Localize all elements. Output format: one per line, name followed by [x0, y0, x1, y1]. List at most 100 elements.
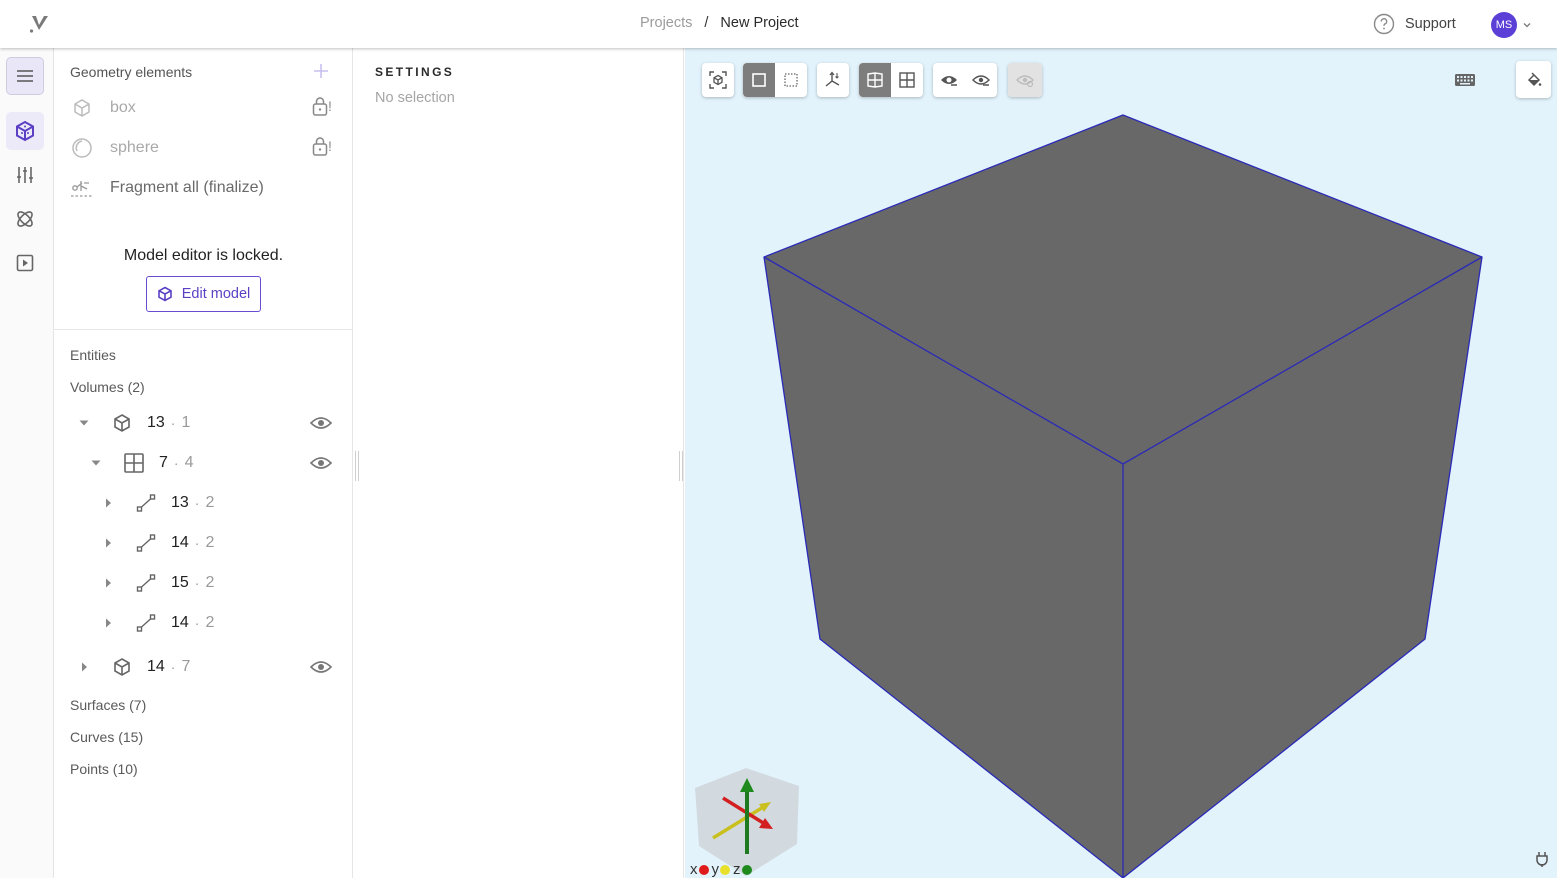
model-locked-message: Model editor is locked.: [123, 247, 284, 264]
entity-id: 14: [171, 534, 189, 551]
entity-id: 14: [171, 614, 189, 631]
visibility-eye-icon[interactable]: [309, 411, 333, 435]
app-logo-icon[interactable]: [28, 12, 52, 36]
curves-header[interactable]: Curves (15): [70, 729, 143, 745]
entity-id: 13: [171, 494, 189, 511]
entity-tree-row[interactable]: 14 · 2: [100, 608, 214, 638]
hide-selected-button[interactable]: [933, 63, 965, 97]
user-menu[interactable]: MS: [1491, 12, 1533, 38]
cube-icon: [110, 655, 134, 679]
hide-others-button[interactable]: [965, 63, 997, 97]
entity-separator: ·: [194, 535, 200, 551]
axes-button[interactable]: [817, 63, 849, 97]
eye-minus-icon: [972, 75, 990, 86]
caret-down-icon[interactable]: [88, 455, 104, 471]
entity-child-count: 1: [181, 414, 191, 431]
geometry-item-label: box: [110, 99, 136, 116]
entity-tree-row[interactable]: 13 · 1: [76, 408, 190, 438]
rail-settings-button[interactable]: [6, 156, 44, 194]
rail-physics-button[interactable]: [6, 200, 44, 238]
points-header[interactable]: Points (10): [70, 761, 138, 777]
caret-right-icon[interactable]: [100, 615, 116, 631]
focus-cube-icon: [709, 71, 727, 89]
surfaces-header[interactable]: Surfaces (7): [70, 697, 146, 713]
geometry-elements-title: Geometry elements: [70, 64, 193, 80]
geometry-item-label: Fragment all (finalize): [110, 179, 264, 196]
entity-child-count: 2: [205, 494, 215, 511]
eye-minus-filled-icon: [941, 76, 957, 86]
entity-tree-row[interactable]: 15 · 2: [100, 568, 214, 598]
right-resize-handle[interactable]: [679, 451, 683, 481]
settings-title: SETTINGS: [375, 65, 455, 79]
entity-separator: ·: [194, 615, 200, 631]
entity-tree-row[interactable]: 14 · 7: [76, 652, 190, 682]
axis-z-label: z: [733, 861, 741, 878]
entity-tree-row[interactable]: 13 · 2: [100, 488, 214, 518]
appearance-button[interactable]: [1516, 61, 1551, 98]
select-solid-button[interactable]: [743, 63, 775, 97]
model-render[interactable]: [685, 48, 1557, 878]
left-rail: [0, 48, 54, 878]
entity-child-count: 4: [184, 454, 194, 471]
lock-warning: !: [328, 98, 332, 114]
entity-id: 14: [147, 658, 165, 675]
breadcrumb-current: New Project: [720, 15, 799, 31]
entity-child-count: 2: [205, 614, 215, 631]
caret-right-icon[interactable]: [100, 495, 116, 511]
visibility-eye-icon[interactable]: [309, 655, 333, 679]
volumes-header[interactable]: Volumes (2): [70, 379, 145, 395]
curve-icon: [134, 491, 158, 515]
edit-model-button[interactable]: Edit model: [146, 276, 261, 312]
keyboard-shortcuts-button[interactable]: [1452, 68, 1478, 92]
caret-right-icon[interactable]: [100, 535, 116, 551]
sliders-icon: [17, 167, 33, 183]
divider: [54, 329, 353, 330]
view-wireframe-button[interactable]: [891, 63, 923, 97]
support-button[interactable]: Support: [1373, 13, 1456, 35]
dashed-square-icon: [784, 73, 798, 87]
left-resize-handle[interactable]: [355, 451, 359, 481]
shaded-grid-icon: [867, 72, 883, 88]
grid-icon: [899, 72, 915, 88]
breadcrumb: Projects / New Project: [640, 15, 799, 31]
avatar: MS: [1491, 12, 1517, 38]
curve-icon: [134, 611, 158, 635]
support-label: Support: [1405, 16, 1456, 32]
lock-icon: [312, 137, 328, 156]
rail-menu-button[interactable]: [6, 57, 44, 95]
rail-run-button[interactable]: [6, 244, 44, 282]
caret-right-icon[interactable]: [100, 575, 116, 591]
entity-separator: ·: [170, 415, 176, 431]
entity-tree-row[interactable]: 14 · 2: [100, 528, 214, 558]
settings-empty-state: No selection: [375, 90, 455, 106]
square-icon: [752, 73, 766, 87]
fit-view-button[interactable]: [702, 63, 734, 97]
toolbar-group-view-mode: [859, 63, 923, 97]
curve-icon: [134, 531, 158, 555]
entity-child-count: 2: [205, 534, 215, 551]
geometry-item-fragment-all[interactable]: Fragment all (finalize): [70, 173, 340, 203]
view-shaded-button[interactable]: [859, 63, 891, 97]
rail-geometry-button[interactable]: [6, 112, 44, 150]
plug-icon[interactable]: [1535, 851, 1549, 867]
plus-icon[interactable]: [312, 62, 330, 80]
entity-child-count: 2: [205, 574, 215, 591]
caret-right-icon[interactable]: [76, 659, 92, 675]
entity-separator: ·: [170, 659, 176, 675]
geometry-item-sphere[interactable]: sphere !: [70, 133, 340, 163]
show-all-button[interactable]: [1008, 63, 1042, 97]
breadcrumb-projects-link[interactable]: Projects: [640, 15, 692, 31]
entity-tree-row[interactable]: 7 · 4: [88, 448, 193, 478]
geometry-item-box[interactable]: box !: [70, 93, 340, 123]
entity-child-count: 7: [181, 658, 191, 675]
cube-icon: [110, 411, 134, 435]
lock-warning: !: [328, 138, 332, 154]
caret-down-icon[interactable]: [76, 415, 92, 431]
visibility-eye-icon[interactable]: [309, 451, 333, 475]
geometry-item-label: sphere: [110, 139, 159, 156]
breadcrumb-separator: /: [704, 15, 709, 31]
lock-icon: [312, 97, 328, 116]
3d-viewport[interactable]: x y z: [685, 48, 1557, 878]
top-header: Projects / New Project Support MS: [0, 0, 1557, 48]
select-box-button[interactable]: [775, 63, 807, 97]
